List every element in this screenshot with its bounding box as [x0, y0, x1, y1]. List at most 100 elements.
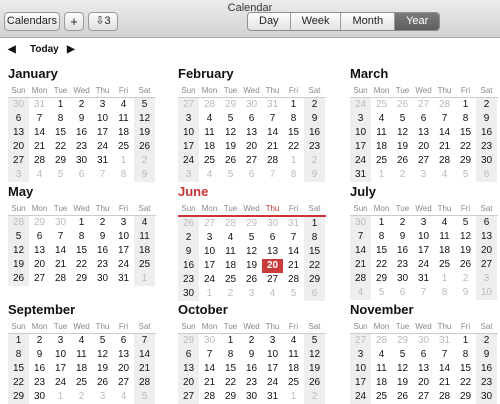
day-cell[interactable]: 29	[371, 272, 392, 286]
day-cell[interactable]: 6	[413, 112, 434, 126]
day-cell[interactable]: 30	[262, 217, 283, 231]
day-cell[interactable]: 20	[8, 140, 29, 154]
day-cell[interactable]: 6	[8, 112, 29, 126]
day-cell[interactable]: 25	[113, 140, 134, 154]
day-cell[interactable]: 11	[134, 230, 155, 244]
day-cell[interactable]: 4	[199, 168, 220, 182]
day-cell[interactable]: 26	[392, 390, 413, 404]
day-cell[interactable]: 18	[371, 376, 392, 390]
day-cell[interactable]: 22	[8, 376, 29, 390]
day-cell[interactable]: 23	[71, 140, 92, 154]
day-cell[interactable]: 24	[113, 258, 134, 272]
day-cell[interactable]: 6	[392, 286, 413, 300]
day-cell[interactable]: 6	[476, 216, 497, 230]
day-cell[interactable]: 20	[29, 258, 50, 272]
day-cell[interactable]: 26	[455, 258, 476, 272]
day-cell[interactable]: 4	[434, 216, 455, 230]
day-cell[interactable]: 13	[262, 245, 283, 259]
day-cell[interactable]: 4	[371, 112, 392, 126]
day-cell[interactable]: 31	[113, 272, 134, 286]
day-cell[interactable]: 24	[50, 376, 71, 390]
day-cell[interactable]: 2	[220, 287, 241, 301]
day-cell[interactable]: 11	[371, 362, 392, 376]
day-cell[interactable]: 26	[304, 376, 325, 390]
day-cell[interactable]: 13	[29, 244, 50, 258]
day-cell[interactable]: 1	[8, 334, 29, 348]
day-cell[interactable]: 7	[413, 286, 434, 300]
day-cell[interactable]: 18	[199, 140, 220, 154]
day-cell[interactable]: 28	[434, 98, 455, 112]
day-cell[interactable]: 2	[455, 272, 476, 286]
day-cell[interactable]: 4	[71, 334, 92, 348]
day-cell[interactable]: 7	[50, 230, 71, 244]
day-cell[interactable]: 12	[220, 126, 241, 140]
day-cell[interactable]: 18	[371, 140, 392, 154]
day-cell[interactable]: 26	[392, 154, 413, 168]
day-cell[interactable]: 8	[50, 112, 71, 126]
day-cell[interactable]: 13	[113, 348, 134, 362]
day-cell[interactable]: 1	[220, 334, 241, 348]
day-cell[interactable]: 16	[476, 362, 497, 376]
day-cell[interactable]: 30	[50, 216, 71, 230]
day-cell[interactable]: 9	[455, 286, 476, 300]
day-cell[interactable]: 27	[29, 272, 50, 286]
add-event-button[interactable]: +	[64, 12, 84, 31]
day-cell[interactable]: 4	[371, 348, 392, 362]
day-cell[interactable]: 29	[241, 217, 262, 231]
day-cell[interactable]: 7	[262, 168, 283, 182]
day-cell[interactable]: 23	[392, 258, 413, 272]
day-cell[interactable]: 4	[113, 98, 134, 112]
day-cell[interactable]: 22	[50, 140, 71, 154]
today-cell[interactable]: 20	[262, 259, 283, 273]
day-cell[interactable]: 16	[178, 259, 199, 273]
day-cell[interactable]: 18	[220, 259, 241, 273]
day-cell[interactable]: 5	[304, 334, 325, 348]
day-cell[interactable]: 11	[220, 245, 241, 259]
day-cell[interactable]: 1	[134, 272, 155, 286]
day-cell[interactable]: 8	[283, 168, 304, 182]
day-cell[interactable]: 25	[371, 154, 392, 168]
day-cell[interactable]: 23	[476, 140, 497, 154]
next-arrow-icon[interactable]: ▶	[67, 44, 75, 55]
day-cell[interactable]: 29	[455, 390, 476, 404]
day-cell[interactable]: 16	[241, 362, 262, 376]
day-cell[interactable]: 13	[241, 126, 262, 140]
day-cell[interactable]: 27	[262, 273, 283, 287]
day-cell[interactable]: 30	[350, 216, 371, 230]
day-cell[interactable]: 29	[455, 154, 476, 168]
day-cell[interactable]: 23	[304, 140, 325, 154]
day-cell[interactable]: 6	[29, 230, 50, 244]
day-cell[interactable]: 19	[455, 244, 476, 258]
day-cell[interactable]: 29	[50, 154, 71, 168]
day-cell[interactable]: 9	[304, 168, 325, 182]
day-cell[interactable]: 2	[29, 334, 50, 348]
day-cell[interactable]: 2	[476, 334, 497, 348]
day-cell[interactable]: 9	[476, 112, 497, 126]
day-cell[interactable]: 12	[304, 348, 325, 362]
day-cell[interactable]: 9	[392, 230, 413, 244]
day-cell[interactable]: 12	[392, 362, 413, 376]
day-cell[interactable]: 19	[134, 126, 155, 140]
day-cell[interactable]: 30	[178, 287, 199, 301]
day-cell[interactable]: 9	[134, 168, 155, 182]
day-cell[interactable]: 3	[92, 390, 113, 404]
day-cell[interactable]: 16	[392, 244, 413, 258]
day-cell[interactable]: 10	[476, 286, 497, 300]
day-cell[interactable]: 15	[455, 126, 476, 140]
day-cell[interactable]: 20	[241, 140, 262, 154]
day-cell[interactable]: 13	[413, 126, 434, 140]
day-cell[interactable]: 21	[434, 376, 455, 390]
day-cell[interactable]: 16	[92, 244, 113, 258]
day-cell[interactable]: 22	[455, 140, 476, 154]
day-cell[interactable]: 20	[113, 362, 134, 376]
day-cell[interactable]: 1	[371, 216, 392, 230]
day-cell[interactable]: 15	[50, 126, 71, 140]
month-january[interactable]: January Sun Mon Tue Wed Thu Fri Sat 30 31 1 2 3 4 5 6 7 8…	[8, 66, 156, 182]
day-cell[interactable]: 10	[178, 126, 199, 140]
day-cell[interactable]: 17	[92, 126, 113, 140]
day-cell[interactable]: 1	[371, 168, 392, 182]
day-cell[interactable]: 8	[304, 231, 325, 245]
day-cell[interactable]: 19	[304, 362, 325, 376]
day-cell[interactable]: 5	[220, 168, 241, 182]
day-cell[interactable]: 30	[241, 98, 262, 112]
